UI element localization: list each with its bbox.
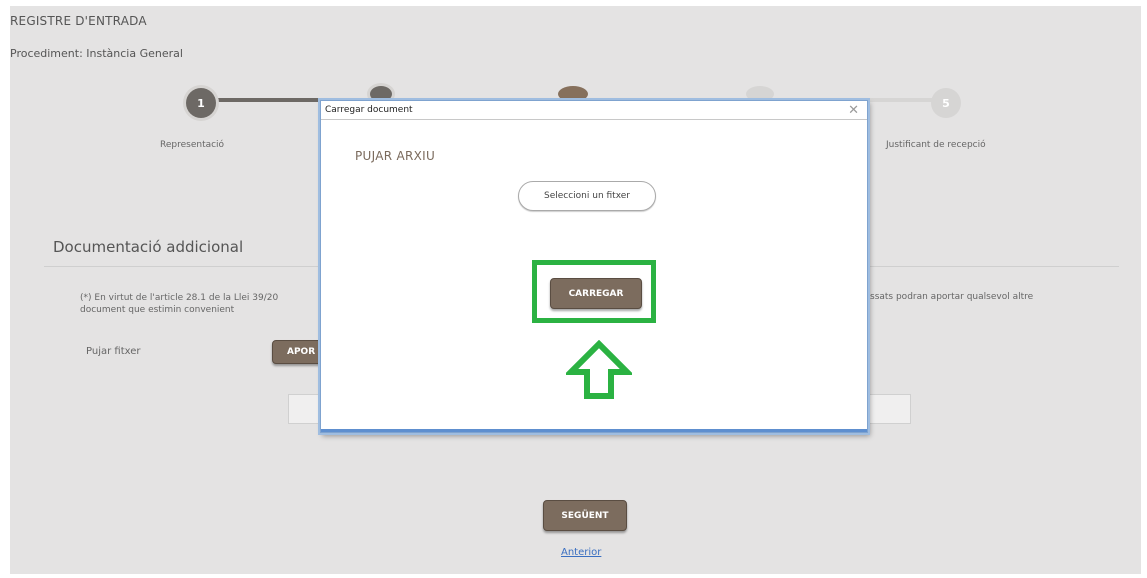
legal-note-line-2: document que estimin convenient — [80, 305, 235, 315]
legal-note: (*) En virtut de l'article 28.1 de la Ll… — [80, 292, 330, 316]
step-5-label: Justificant de recepció — [886, 140, 986, 150]
stepper-line-pending — [865, 98, 935, 102]
dialog-bottom-border — [321, 429, 867, 432]
up-arrow-icon — [566, 340, 632, 399]
step-1[interactable]: 1 — [186, 88, 216, 118]
next-button[interactable]: SEGÜENT — [543, 500, 627, 531]
highlight-box — [532, 260, 656, 323]
upload-file-label: Pujar fitxer — [86, 346, 141, 357]
legal-note-line-1: (*) En virtut de l'article 28.1 de la Ll… — [80, 293, 279, 303]
file-field-right[interactable] — [864, 394, 911, 424]
page-title: REGISTRE D'ENTRADA — [10, 14, 147, 28]
aportar-button-label: APOR — [287, 347, 316, 357]
stepper-line-done — [215, 98, 325, 102]
step-5-number: 5 — [942, 96, 950, 110]
close-icon[interactable]: ✕ — [848, 103, 859, 118]
select-file-label: Seleccioni un fitxer — [543, 191, 630, 201]
step-5[interactable]: 5 — [931, 88, 961, 118]
step-1-label: Representació — [160, 140, 225, 150]
procedure-label: Procediment: Instància General — [10, 47, 183, 60]
select-file-button[interactable]: Seleccioni un fitxer — [518, 181, 656, 211]
dialog-titlebar-divider — [321, 119, 867, 120]
previous-link[interactable]: Anterior — [561, 547, 601, 558]
next-button-label: SEGÜENT — [561, 510, 609, 521]
step-1-number: 1 — [197, 96, 205, 110]
dialog-title: Carregar document — [325, 105, 413, 115]
legal-note-right: ssats podran aportar qualsevol altre — [870, 292, 1034, 302]
dialog-heading: PUJAR ARXIU — [355, 149, 436, 163]
section-title: Documentació addicional — [53, 238, 244, 256]
